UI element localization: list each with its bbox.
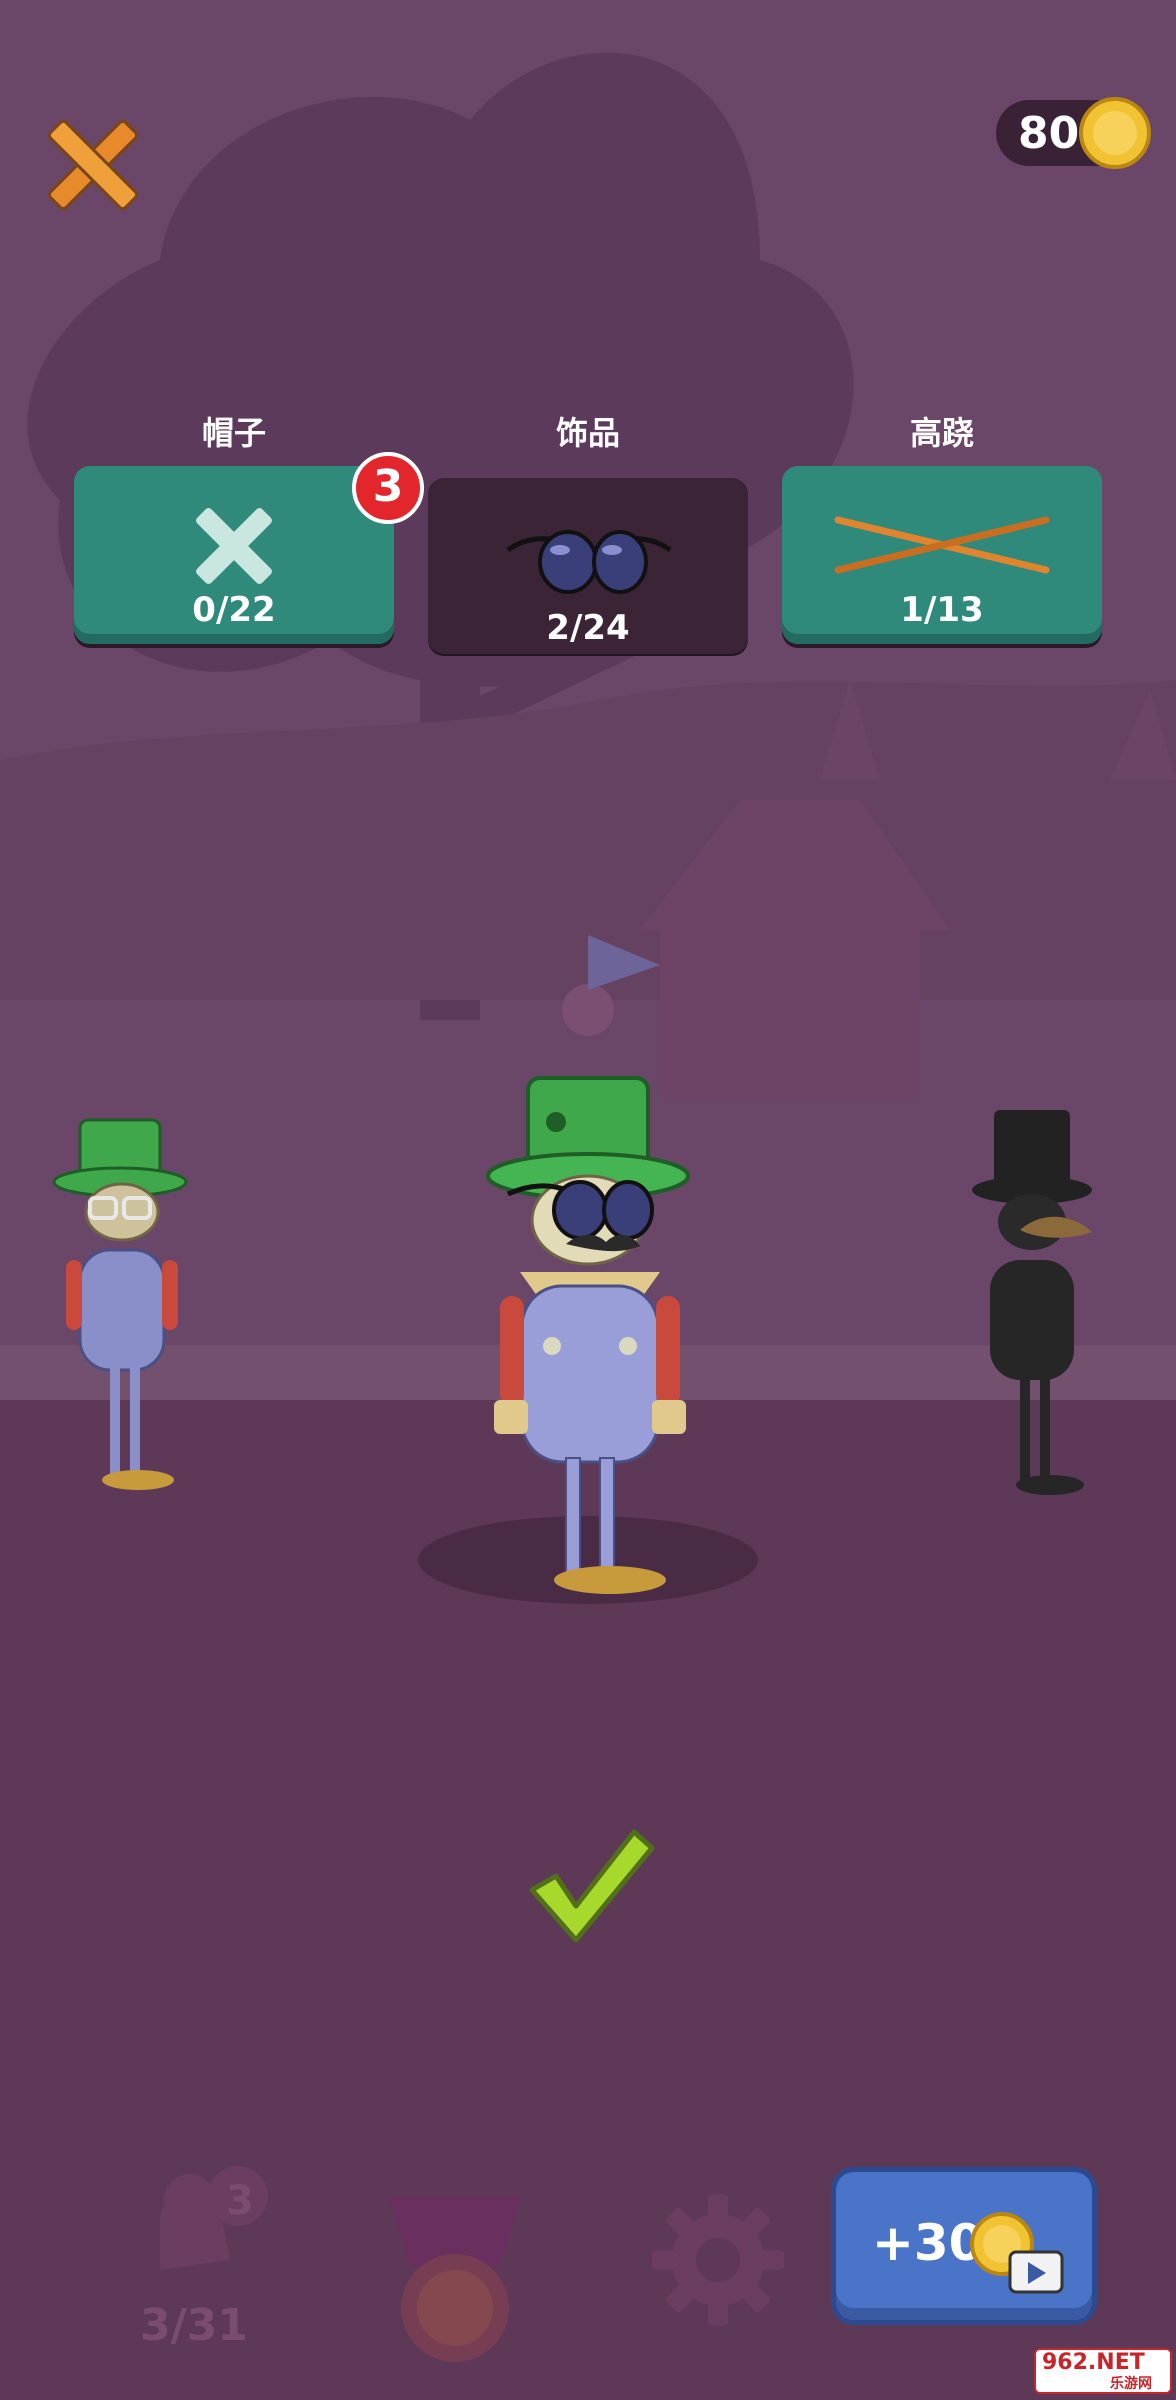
settings-gear-icon[interactable]: [648, 2190, 788, 2330]
scarecrow-current: [486, 1076, 690, 1594]
watch-ad-coins-button[interactable]: +30: [836, 2172, 1092, 2320]
tab-hats[interactable]: 0/22: [74, 466, 394, 644]
tab-accessories[interactable]: 2/24: [428, 478, 748, 654]
site-watermark: 962.NET 乐游网: [1034, 2348, 1172, 2394]
sunglasses-icon: [506, 530, 672, 594]
coin-counter: 80: [996, 97, 1151, 169]
watermark-brand: 962.NET: [1042, 2350, 1145, 2375]
x-none-icon: [196, 508, 272, 584]
scarecrow-previous[interactable]: [50, 1100, 210, 1500]
characters-count: 3/31: [140, 2300, 248, 2351]
confirm-check-button[interactable]: [526, 1826, 656, 1946]
category-label-hats: 帽子: [201, 414, 266, 452]
category-label-accessories: 饰品: [555, 414, 620, 452]
close-x-icon: [47, 119, 139, 211]
characters-button[interactable]: [120, 2160, 280, 2300]
stilts-icon: [834, 516, 1050, 574]
coin-video-icon: [970, 2212, 1064, 2294]
tab-stilts[interactable]: 1/13: [782, 466, 1102, 644]
notification-badge: 3: [352, 452, 424, 524]
coin-count: 80: [1018, 108, 1080, 159]
gold-coin-icon: [1079, 97, 1151, 169]
achievements-medal-icon[interactable]: [380, 2196, 530, 2376]
characters-badge: 3: [226, 2178, 254, 2224]
tab-accessories-count: 2/24: [546, 608, 630, 648]
scarecrow-locked[interactable]: [960, 1100, 1120, 1500]
watermark-sub: 乐游网: [1110, 2376, 1152, 2392]
tab-stilts-count: 1/13: [900, 590, 984, 630]
tab-hats-count: 0/22: [192, 590, 276, 630]
category-label-stilts: 高跷: [909, 414, 974, 452]
close-button[interactable]: [38, 110, 148, 220]
